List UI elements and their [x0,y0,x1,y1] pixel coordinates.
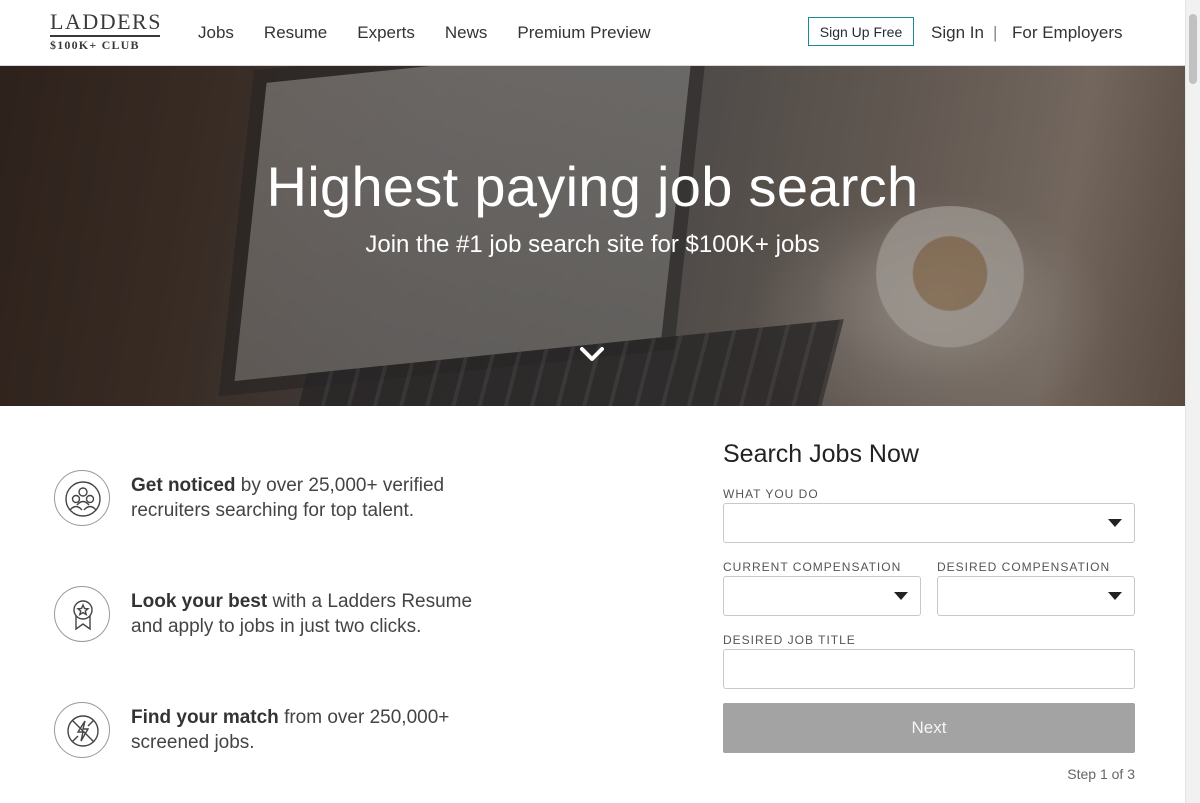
what-you-do-label: WHAT YOU DO [723,487,819,501]
feature-look-your-best: Look your best with a Ladders Resume and… [54,586,534,646]
hero-banner: Highest paying job search Join the #1 jo… [0,66,1185,406]
header-separator: | [993,23,998,42]
chevron-down-icon [1108,592,1122,600]
nav-premium-preview[interactable]: Premium Preview [517,23,650,43]
logo-rule [50,35,160,37]
next-button[interactable]: Next [723,703,1135,753]
feature-get-noticed: Get noticed by over 25,000+ verified rec… [54,470,534,530]
desired-job-title-input[interactable] [723,649,1135,689]
ladders-logo[interactable]: LADDERS $100K+ CLUB [50,10,162,56]
nav-jobs[interactable]: Jobs [198,23,234,43]
hero-title: Highest paying job search [266,155,919,218]
sign-in-link[interactable]: Sign In [931,23,984,43]
feature-text: Look your best with a Ladders Resume and… [131,589,491,639]
desired-compensation-select[interactable] [937,576,1135,616]
desired-job-title-label: DESIRED JOB TITLE [723,633,856,647]
feature-bold: Look your best [131,591,268,612]
feature-bold: Get noticed [131,475,236,496]
hero-subtitle: Join the #1 job search site for $100K+ j… [365,231,820,258]
logo-tagline: $100K+ CLUB [50,38,140,52]
desired-compensation-label: DESIRED COMPENSATION [937,560,1111,574]
feature-text: Get noticed by over 25,000+ verified rec… [131,473,491,523]
logo-wordmark: LADDERS [50,9,162,34]
chevron-down-icon [894,592,908,600]
main-nav: Jobs Resume Experts News Premium Preview [198,0,681,65]
sign-up-button[interactable]: Sign Up Free [808,17,914,46]
people-group-icon [54,470,110,526]
current-compensation-select[interactable] [723,576,921,616]
nav-experts[interactable]: Experts [357,23,415,43]
award-ribbon-icon [54,586,110,642]
page-scrollbar[interactable] [1185,0,1200,803]
chevron-down-icon[interactable] [580,346,604,362]
site-header: LADDERS $100K+ CLUB Jobs Resume Experts … [0,0,1185,66]
nav-news[interactable]: News [445,23,488,43]
for-employers-link[interactable]: For Employers [1012,23,1123,43]
current-compensation-label: CURRENT COMPENSATION [723,560,902,574]
nav-resume[interactable]: Resume [264,23,327,43]
scrollbar-thumb[interactable] [1189,14,1197,84]
feature-text: Find your match from over 250,000+ scree… [131,705,491,755]
step-indicator: Step 1 of 3 [1067,766,1135,782]
lightning-match-icon [54,702,110,758]
chevron-down-icon [1108,519,1122,527]
feature-find-your-match: Find your match from over 250,000+ scree… [54,702,534,762]
feature-bold: Find your match [131,707,279,728]
search-form-title: Search Jobs Now [723,440,919,468]
what-you-do-select[interactable] [723,503,1135,543]
